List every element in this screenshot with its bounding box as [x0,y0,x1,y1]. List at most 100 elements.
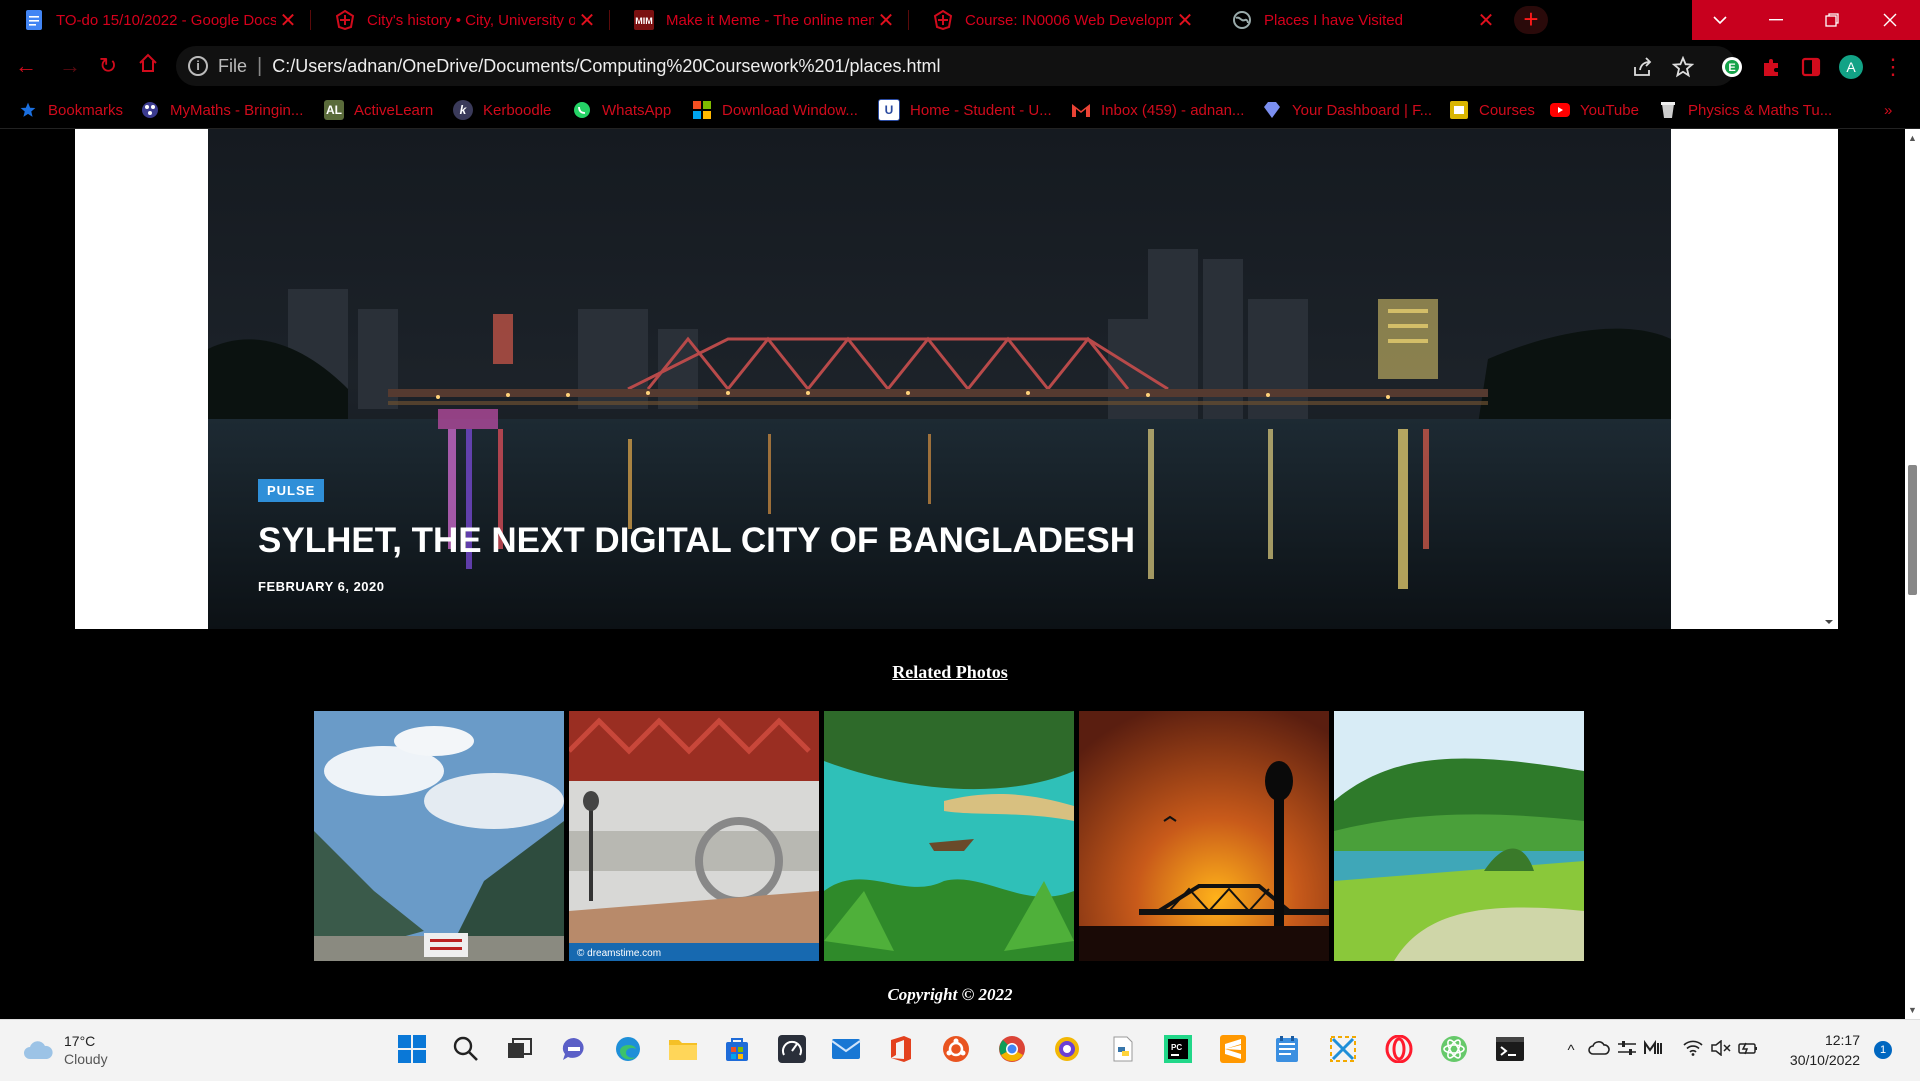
scroll-up-icon[interactable]: ▲ [1905,133,1920,143]
onedrive-status-icon[interactable] [1588,1040,1610,1062]
back-button[interactable]: ← [12,52,40,80]
bookmark-item[interactable]: Download Window... [692,98,858,122]
office-icon [891,1036,911,1062]
search-icon [453,1036,478,1061]
minimize-button[interactable] [1748,0,1804,40]
python-app[interactable] [1107,1033,1139,1065]
menu-button[interactable]: ⋮ [1880,54,1906,80]
terminal-app[interactable] [1494,1033,1526,1065]
grammarly-extension[interactable]: E [1719,54,1745,80]
chevron-up-icon[interactable]: ^ [1560,1040,1582,1062]
wifi-icon[interactable] [1682,1040,1704,1062]
reload-button[interactable]: ↻ [94,52,122,80]
tab-search-button[interactable] [1692,0,1748,40]
mail-app[interactable] [830,1033,862,1065]
bookmark-item[interactable]: Inbox (459) - adnan... [1071,98,1244,122]
system-clock[interactable]: 12:17 30/10/2022 [1780,1030,1860,1070]
tab-close-icon[interactable]: ✕ [1474,8,1498,33]
tab-make-it-meme[interactable]: MIM Make it Meme - The online meme maker… [610,0,908,40]
atom-app[interactable] [1438,1033,1470,1065]
bookmark-item[interactable]: Your Dashboard | F... [1262,98,1432,122]
sublime-app[interactable] [1217,1033,1249,1065]
snipping-tool-app[interactable] [1327,1033,1359,1065]
turquoise-river-boat-photo[interactable] [824,711,1074,961]
sliders-icon[interactable] [1616,1040,1638,1062]
opera-app[interactable] [1383,1033,1415,1065]
notepad-app[interactable] [1271,1033,1303,1065]
tab-close-icon[interactable]: ✕ [575,8,599,33]
teams-chat-icon [562,1037,584,1060]
search-button[interactable] [450,1033,482,1065]
restore-button[interactable] [1804,0,1860,40]
hero-headline[interactable]: SYLHET, THE NEXT DIGITAL CITY OF BANGLAD… [258,521,1135,561]
tab-close-icon[interactable]: ✕ [1173,8,1197,33]
speedometer-app[interactable] [776,1033,808,1065]
office-app[interactable] [885,1033,917,1065]
scroll-thumb[interactable] [1908,465,1917,595]
address-bar[interactable]: i File | C:/Users/adnan/OneDrive/Documen… [176,46,1736,86]
url-text[interactable]: C:/Users/adnan/OneDrive/Documents/Comput… [272,56,940,77]
kerboodle-icon: k [453,100,473,120]
home-button[interactable] [134,52,162,80]
tab-google-docs[interactable]: TO-do 15/10/2022 - Google Docs ✕ [0,0,310,40]
pycharm-app[interactable]: PC [1162,1033,1194,1065]
edge-app[interactable] [612,1033,644,1065]
sunset-bridge-lamp-photo[interactable] [1079,711,1329,961]
bookmark-item[interactable]: Bookmarks [18,98,123,122]
weather-widget[interactable]: 17°C Cloudy [22,1032,108,1068]
scroll-down-icon[interactable]: ▼ [1905,1005,1920,1015]
bookmark-item[interactable]: k Kerboodle [453,98,551,122]
side-panel-button[interactable] [1798,54,1824,80]
close-window-button[interactable] [1860,0,1920,40]
minimize-icon [1769,19,1783,21]
bookmark-item[interactable]: WhatsApp [572,98,671,122]
file-explorer-app[interactable] [667,1033,699,1065]
tab-title: City's history • City, University of Lon… [367,11,575,29]
category-badge[interactable]: PULSE [258,479,325,502]
tab-city-history[interactable]: City's history • City, University of Lon… [311,0,609,40]
notification-badge[interactable]: 1 [1874,1041,1892,1059]
svg-text:MIM: MIM [635,16,653,26]
bookmark-item[interactable]: Physics & Maths Tu... [1658,98,1832,122]
mountain-valley-photo[interactable] [314,711,564,961]
bookmark-item[interactable]: YouTube [1550,98,1639,122]
share-button[interactable] [1630,54,1656,80]
youtube-icon [1550,100,1570,120]
mymaths-icon [140,100,160,120]
tab-close-icon[interactable]: ✕ [874,8,898,33]
bookmark-item[interactable]: Courses [1449,98,1535,122]
settings-ring-app[interactable] [1051,1033,1083,1065]
store-app[interactable] [721,1033,753,1065]
chat-app[interactable] [558,1033,590,1065]
related-photos-heading: Related Photos [892,662,1008,682]
python-file-icon [1113,1036,1133,1062]
start-button[interactable] [396,1033,428,1065]
tab-course-in0006[interactable]: Course: IN0006 Web Development ✕ [909,0,1207,40]
extensions-button[interactable] [1758,54,1784,80]
page-scrollbar[interactable]: ▲ ▼ [1905,129,1920,1019]
forward-button[interactable]: → [56,52,84,80]
bookmark-star-button[interactable] [1670,54,1696,80]
kebab-menu-icon: ⋮ [1882,54,1904,79]
task-view-icon [508,1038,532,1058]
bookmark-item[interactable]: MyMaths - Bringin... [140,98,303,122]
ubuntu-app[interactable] [940,1033,972,1065]
profile-button[interactable]: A [1838,54,1864,80]
volume-muted-icon[interactable] [1710,1039,1732,1062]
bookmarks-overflow-button[interactable]: » [1884,98,1892,122]
tab-close-icon[interactable]: ✕ [276,8,300,33]
tray-app-icon[interactable] [1642,1039,1664,1062]
frame-scrollbar[interactable] [1820,129,1838,629]
bookmark-item[interactable]: U Home - Student - U... [878,98,1052,122]
chrome-app[interactable] [996,1033,1028,1065]
pycharm-icon: PC [1164,1035,1192,1063]
battery-icon[interactable] [1738,1040,1760,1062]
red-bridge-riverside-photo[interactable]: © dreamstime.com [569,711,819,961]
info-icon[interactable]: i [188,56,208,76]
watermark-text: © dreamstime.com [577,948,661,959]
bookmark-item[interactable]: AL ActiveLearn [324,98,433,122]
new-tab-button[interactable]: + [1514,6,1548,34]
task-view-button[interactable] [504,1033,536,1065]
green-hills-lake-photo[interactable] [1334,711,1584,961]
tab-places-visited-active[interactable]: Places I have Visited ✕ [1208,0,1508,40]
